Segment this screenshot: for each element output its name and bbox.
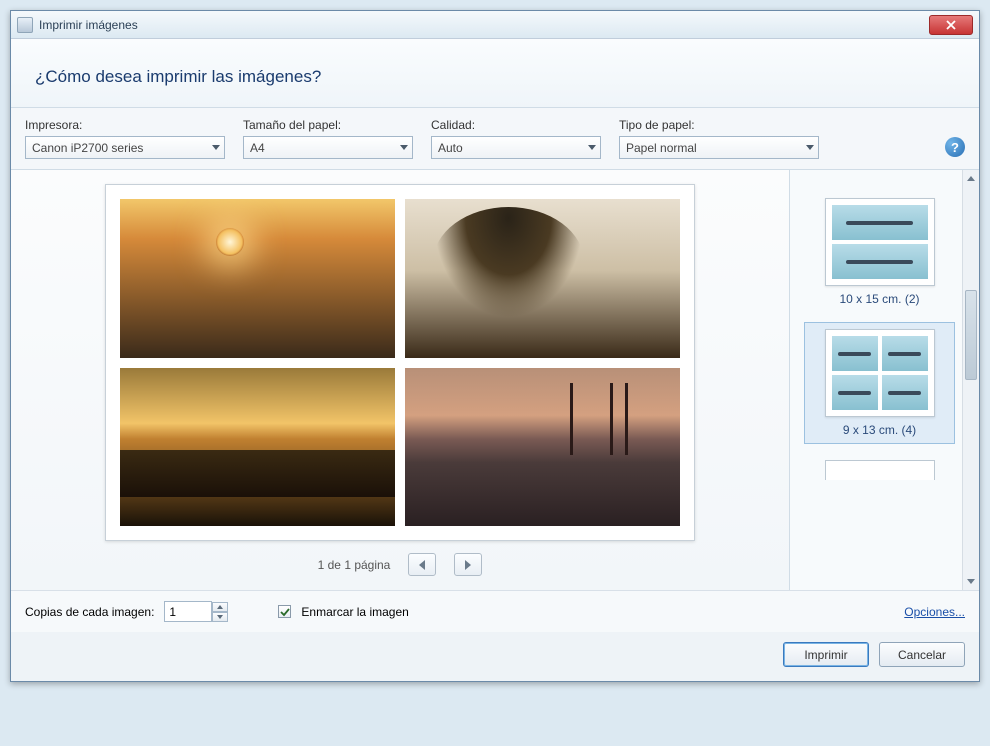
layout-option-10x15[interactable]: 10 x 15 cm. (2) — [804, 192, 955, 312]
paper-size-dropdown[interactable]: A4 — [243, 136, 413, 159]
print-button[interactable]: Imprimir — [783, 642, 869, 667]
copies-input[interactable] — [164, 601, 212, 622]
header-question: ¿Cómo desea imprimir las imágenes? — [35, 67, 955, 87]
paper-type-value: Papel normal — [626, 141, 697, 155]
layouts-pane: 10 x 15 cm. (2) 9 x 13 cm. (4) — [789, 170, 979, 590]
fit-frame-checkbox[interactable] — [278, 605, 291, 618]
quality-dropdown[interactable]: Auto — [431, 136, 601, 159]
fit-frame-label: Enmarcar la imagen — [301, 605, 408, 619]
window-title: Imprimir imágenes — [39, 18, 138, 32]
copies-label: Copias de cada imagen: — [25, 605, 154, 619]
options-row: Impresora: Canon iP2700 series Tamaño de… — [11, 108, 979, 170]
pager-text: 1 de 1 página — [318, 558, 391, 572]
scroll-down-button[interactable] — [963, 573, 979, 590]
cancel-button-label: Cancelar — [898, 648, 946, 662]
layout-thumb — [825, 460, 935, 480]
triangle-down-icon — [217, 615, 223, 619]
quality-label: Calidad: — [431, 118, 601, 132]
chevron-down-icon — [806, 145, 814, 150]
printer-dropdown[interactable]: Canon iP2700 series — [25, 136, 225, 159]
chevron-down-icon — [400, 145, 408, 150]
paper-size-label: Tamaño del papel: — [243, 118, 413, 132]
layout-caption: 9 x 13 cm. (4) — [811, 423, 948, 437]
quality-value: Auto — [438, 141, 463, 155]
footer-row: Copias de cada imagen: Enmarcar la image… — [11, 590, 979, 632]
triangle-up-icon — [217, 605, 223, 609]
help-button[interactable]: ? — [945, 137, 965, 157]
main-area: 1 de 1 página 10 x 15 cm. (2) 9 x 13 cm.… — [11, 170, 979, 590]
triangle-left-icon — [419, 560, 425, 570]
triangle-right-icon — [465, 560, 471, 570]
copies-decrement[interactable] — [212, 612, 228, 622]
paper-type-label: Tipo de papel: — [619, 118, 819, 132]
scrollbar[interactable] — [962, 170, 979, 590]
layout-thumb — [825, 329, 935, 417]
close-button[interactable] — [929, 15, 973, 35]
printer-label: Impresora: — [25, 118, 225, 132]
triangle-up-icon — [967, 176, 975, 181]
paper-type-dropdown[interactable]: Papel normal — [619, 136, 819, 159]
copies-increment[interactable] — [212, 602, 228, 612]
layout-thumb — [825, 198, 935, 286]
layout-caption: 10 x 15 cm. (2) — [810, 292, 949, 306]
button-row: Imprimir Cancelar — [11, 632, 979, 681]
print-pictures-dialog: Imprimir imágenes ¿Cómo desea imprimir l… — [10, 10, 980, 682]
print-button-label: Imprimir — [804, 648, 847, 662]
header: ¿Cómo desea imprimir las imágenes? — [11, 39, 979, 108]
page-preview — [105, 184, 695, 541]
titlebar: Imprimir imágenes — [11, 11, 979, 39]
options-link[interactable]: Opciones... — [904, 605, 965, 619]
preview-pane: 1 de 1 página — [11, 170, 789, 590]
app-icon — [17, 17, 33, 33]
layout-option-9x13[interactable]: 9 x 13 cm. (4) — [804, 322, 955, 444]
photo-thumbnail — [120, 199, 395, 358]
chevron-down-icon — [588, 145, 596, 150]
chevron-down-icon — [212, 145, 220, 150]
photo-thumbnail — [405, 368, 680, 527]
scroll-thumb[interactable] — [965, 290, 977, 380]
cancel-button[interactable]: Cancelar — [879, 642, 965, 667]
prev-page-button[interactable] — [408, 553, 436, 576]
close-icon — [946, 20, 956, 30]
photo-thumbnail — [405, 199, 680, 358]
printer-value: Canon iP2700 series — [32, 141, 143, 155]
scroll-up-button[interactable] — [963, 170, 979, 187]
photo-thumbnail — [120, 368, 395, 527]
layout-option-partial[interactable] — [804, 454, 955, 486]
copies-spinner — [164, 601, 228, 622]
check-icon — [280, 607, 290, 617]
pager: 1 de 1 página — [318, 553, 483, 576]
triangle-down-icon — [967, 579, 975, 584]
paper-size-value: A4 — [250, 141, 265, 155]
next-page-button[interactable] — [454, 553, 482, 576]
